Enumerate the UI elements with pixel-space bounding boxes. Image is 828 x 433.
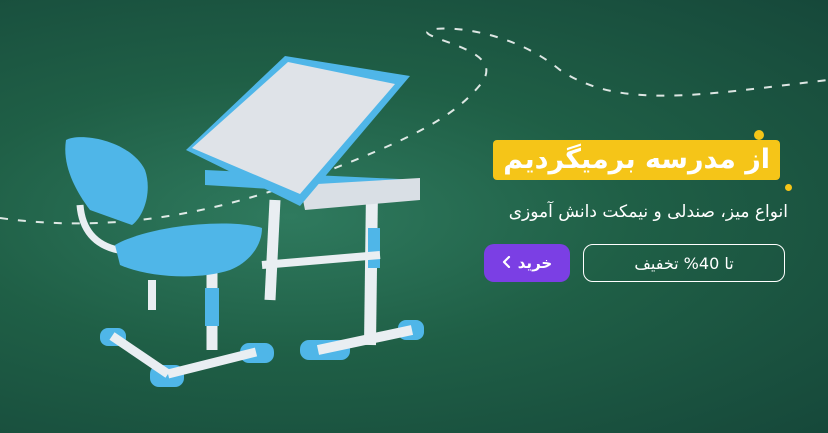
discount-label: تا 40% تخفیف	[634, 253, 734, 273]
promo-banner[interactable]: از مدرسه برمیگردیم انواع میز، صندلی و نی…	[0, 0, 828, 433]
chevron-left-icon	[502, 254, 512, 272]
decorative-dot	[785, 184, 792, 191]
buy-button[interactable]: خرید	[484, 244, 570, 282]
discount-badge[interactable]: تا 40% تخفیف	[583, 244, 785, 282]
subtitle: انواع میز، صندلی و نیمکت دانش آموزی	[508, 202, 788, 222]
decorative-dot	[754, 130, 764, 140]
buy-button-label: خرید	[517, 254, 553, 272]
headline: از مدرسه برمیگردیم	[493, 140, 780, 180]
